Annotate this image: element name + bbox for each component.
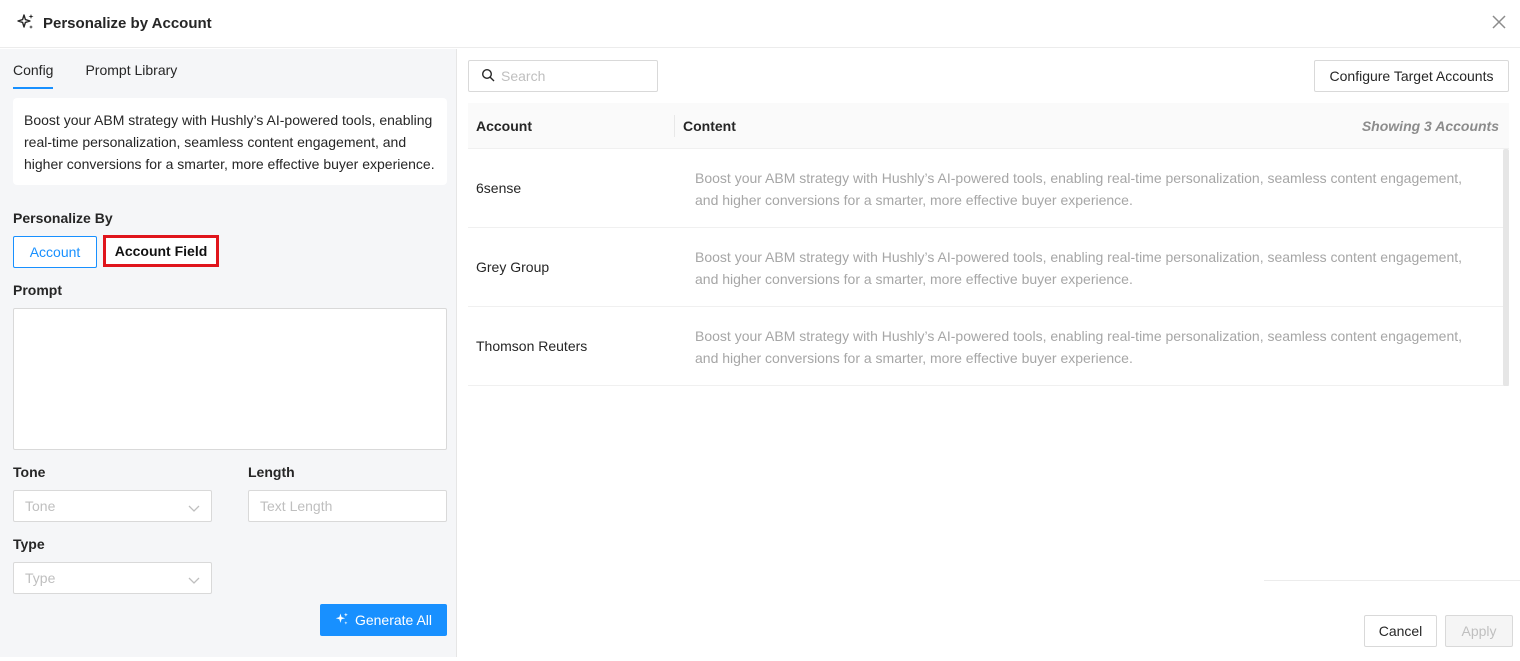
table-header: Account Content Showing 3 Accounts [468, 103, 1509, 149]
account-content: Boost your ABM strategy with Hushly’s AI… [695, 249, 1463, 287]
table-row[interactable]: 6sense Boost your ABM strategy with Hush… [468, 149, 1509, 228]
account-name: 6sense [476, 180, 522, 196]
column-header-account: Account [476, 118, 532, 134]
type-select[interactable]: Type [13, 562, 212, 594]
table-body: 6sense Boost your ABM strategy with Hush… [468, 149, 1509, 386]
prompt-label: Prompt [13, 282, 62, 298]
tone-placeholder: Tone [25, 498, 56, 514]
table-scrollbar[interactable] [1503, 149, 1509, 386]
footer-divider [1264, 580, 1520, 581]
apply-button[interactable]: Apply [1445, 615, 1513, 647]
config-tabs: Config Prompt Library [13, 49, 177, 89]
sparkles-icon [17, 13, 35, 34]
tab-config[interactable]: Config [13, 49, 54, 89]
generate-all-button[interactable]: Generate All [320, 604, 447, 636]
description-card: Boost your ABM strategy with Hushly’s AI… [13, 98, 447, 185]
account-name: Grey Group [476, 259, 550, 275]
cancel-button[interactable]: Cancel [1364, 615, 1437, 647]
search-input[interactable] [501, 68, 651, 84]
type-placeholder: Type [25, 570, 56, 586]
account-name: Thomson Reuters [476, 338, 588, 354]
sparkles-icon [335, 612, 349, 629]
tab-prompt-library[interactable]: Prompt Library [85, 49, 177, 89]
search-field[interactable] [468, 60, 658, 92]
configure-target-accounts-button[interactable]: Configure Target Accounts [1314, 60, 1509, 92]
chevron-down-icon [188, 573, 200, 589]
modal-title: Personalize by Account [43, 15, 212, 32]
accounts-count: Showing 3 Accounts [1361, 118, 1499, 134]
personalize-account-button[interactable]: Account [13, 236, 97, 268]
chevron-down-icon [188, 501, 200, 517]
length-label: Length [248, 464, 295, 480]
column-divider [674, 115, 675, 137]
tone-label: Tone [13, 464, 46, 480]
length-input[interactable] [248, 490, 447, 522]
generate-all-label: Generate All [354, 612, 433, 628]
tone-select[interactable]: Tone [13, 490, 212, 522]
table-row[interactable]: Grey Group Boost your ABM strategy with … [468, 228, 1509, 307]
title-wrap: Personalize by Account [17, 13, 212, 34]
accounts-table: Account Content Showing 3 Accounts 6sens… [468, 103, 1509, 386]
close-icon[interactable] [1490, 13, 1510, 33]
config-panel: Config Prompt Library Boost your ABM str… [0, 49, 457, 657]
prompt-textarea[interactable] [13, 308, 447, 450]
account-content: Boost your ABM strategy with Hushly’s AI… [695, 170, 1463, 208]
personalize-account-field-button[interactable]: Account Field [103, 235, 219, 267]
personalize-by-label: Personalize By [13, 210, 113, 226]
modal-header: Personalize by Account [0, 0, 1520, 48]
table-row[interactable]: Thomson Reuters Boost your ABM strategy … [468, 307, 1509, 386]
account-content: Boost your ABM strategy with Hushly’s AI… [695, 328, 1463, 366]
type-label: Type [13, 536, 45, 552]
column-header-content: Content [683, 118, 736, 134]
search-icon [481, 68, 495, 85]
